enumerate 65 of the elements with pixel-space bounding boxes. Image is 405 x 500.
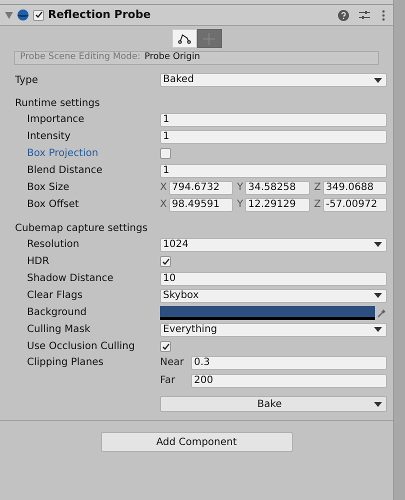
checkbox[interactable] bbox=[160, 256, 171, 267]
checkbox[interactable] bbox=[33, 10, 44, 20]
field-label: Box Size bbox=[27, 181, 70, 195]
dropdown[interactable]: Everything bbox=[160, 322, 387, 336]
eyedropper-icon[interactable] bbox=[377, 308, 387, 318]
dropdown[interactable]: 1024 bbox=[160, 238, 387, 252]
bake-button[interactable]: Bake bbox=[160, 396, 387, 412]
axis-label: X bbox=[160, 198, 167, 212]
field-label: Shadow Distance bbox=[27, 272, 114, 286]
input-field[interactable]: 10 bbox=[160, 272, 387, 286]
axis-label: Y bbox=[237, 198, 244, 212]
field-label: Box Offset bbox=[27, 198, 80, 212]
input-field[interactable]: 98.49591 bbox=[168, 198, 233, 212]
input-field[interactable]: 794.6732 bbox=[168, 180, 233, 194]
plane-label: Far bbox=[160, 374, 176, 388]
color-swatch[interactable] bbox=[160, 306, 375, 320]
foldout-arrow-icon[interactable] bbox=[5, 12, 13, 18]
nodes-icon bbox=[178, 33, 190, 44]
caret-icon bbox=[374, 242, 382, 247]
field-label: Use Occlusion Culling bbox=[27, 340, 136, 354]
field-label: Box Projection bbox=[27, 147, 100, 161]
field-label: Background bbox=[27, 306, 88, 320]
dropdown[interactable]: Baked bbox=[160, 73, 387, 87]
dropdown[interactable]: Skybox bbox=[160, 288, 387, 302]
axis-label: Y bbox=[237, 181, 244, 195]
plane-label: Near bbox=[160, 356, 185, 370]
input-field[interactable]: 200 bbox=[191, 374, 387, 388]
move-icon bbox=[203, 32, 215, 44]
caret-icon bbox=[374, 402, 382, 406]
field-label: Intensity bbox=[27, 130, 72, 144]
component-title: Reflection Probe bbox=[48, 6, 152, 23]
field-label: Resolution bbox=[27, 238, 80, 252]
editing-mode-value: Probe Origin bbox=[144, 51, 200, 64]
sphere-icon bbox=[17, 9, 29, 21]
field-label: Blend Distance bbox=[27, 164, 104, 178]
input-field[interactable]: 0.3 bbox=[191, 356, 387, 370]
caret-icon bbox=[374, 78, 382, 82]
help-icon[interactable] bbox=[338, 10, 349, 20]
section-title: Runtime settings bbox=[14, 97, 101, 111]
field-label: Clipping Planes bbox=[27, 356, 105, 370]
field-label: Type bbox=[15, 74, 39, 88]
input-field[interactable]: 1 bbox=[160, 112, 387, 126]
input-field[interactable]: 1 bbox=[160, 164, 387, 178]
field-label: Clear Flags bbox=[27, 289, 84, 303]
sliders-icon[interactable] bbox=[359, 10, 370, 20]
add-component-button[interactable]: Add Component bbox=[100, 432, 292, 452]
axis-label: Z bbox=[314, 198, 321, 212]
section-title: Cubemap capture settings bbox=[14, 222, 149, 236]
field-label: Importance bbox=[27, 113, 86, 127]
axis-label: Z bbox=[314, 181, 321, 195]
scrollbar[interactable] bbox=[393, 0, 405, 500]
input-field[interactable]: -57.00972 bbox=[322, 198, 387, 212]
input-field[interactable]: 12.29129 bbox=[245, 198, 310, 212]
caret-icon bbox=[374, 293, 382, 298]
checkbox[interactable] bbox=[160, 341, 171, 352]
input-field[interactable]: 1 bbox=[160, 130, 387, 144]
checkbox[interactable] bbox=[160, 148, 171, 159]
field-label: HDR bbox=[27, 255, 50, 269]
editing-mode-label: Probe Scene Editing Mode: bbox=[20, 51, 140, 64]
more-options-icon[interactable] bbox=[382, 10, 385, 20]
axis-label: X bbox=[160, 181, 167, 195]
input-field[interactable]: 349.0688 bbox=[322, 180, 387, 194]
input-field[interactable]: 34.58258 bbox=[245, 180, 310, 194]
field-label: Culling Mask bbox=[27, 323, 92, 337]
caret-icon bbox=[374, 327, 382, 332]
